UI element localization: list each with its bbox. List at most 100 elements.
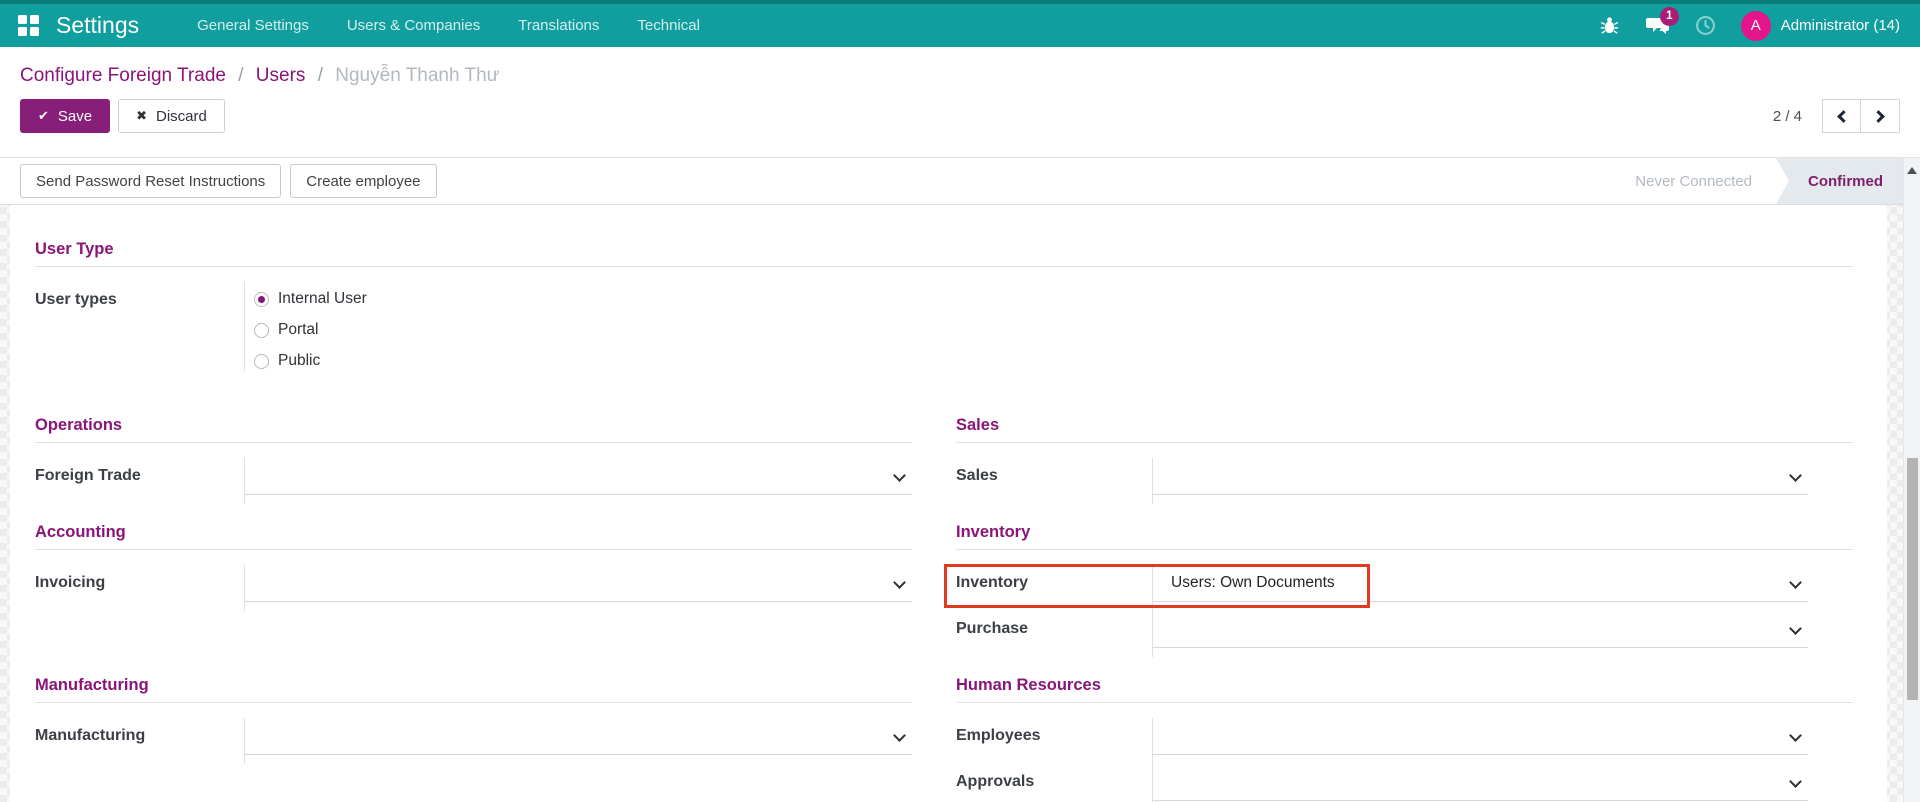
field-row-manufacturing: Manufacturing: [35, 718, 912, 764]
breadcrumb-separator: /: [231, 65, 250, 86]
top-navbar: Settings General Settings Users & Compan…: [0, 0, 1920, 47]
chevron-down-icon: [1789, 622, 1802, 635]
breadcrumb: Configure Foreign Trade / Users / Nguyễn…: [20, 62, 1900, 90]
inventory-select[interactable]: Users: Own Documents: [1153, 565, 1808, 602]
save-button[interactable]: ✔ Save: [20, 99, 110, 133]
section-title-human-resources: Human Resources: [956, 675, 1853, 703]
breadcrumb-separator: /: [311, 65, 330, 86]
field-row-sales: Sales: [956, 458, 1853, 504]
menu-users-companies[interactable]: Users & Companies: [331, 9, 496, 42]
radio-button-icon[interactable]: [254, 354, 269, 369]
group-inventory: Inventory Inventory Users: Own Documents…: [956, 522, 1853, 657]
chevron-right-icon: [1872, 110, 1885, 123]
pager-value: 2 / 4: [1773, 108, 1802, 125]
save-label: Save: [58, 108, 92, 125]
radio-button-icon[interactable]: [254, 323, 269, 338]
radio-portal[interactable]: Portal: [254, 320, 1853, 340]
field-row-inventory: Inventory Users: Own Documents: [956, 565, 1853, 611]
send-password-reset-button[interactable]: Send Password Reset Instructions: [20, 164, 281, 198]
group-human-resources: Human Resources Employees Approvals: [956, 675, 1853, 802]
messages-icon[interactable]: 1: [1645, 14, 1671, 38]
group-user-type: User Type User types Internal User Porta…: [35, 239, 1853, 371]
user-menu[interactable]: Administrator (14): [1781, 17, 1906, 34]
discard-button[interactable]: ✖ Discard: [118, 99, 225, 133]
form-sheet: User Type User types Internal User Porta…: [10, 205, 1887, 802]
status-stages: Never Connected Confirmed: [1611, 158, 1903, 204]
apps-menu-icon[interactable]: [18, 15, 40, 37]
discard-label: Discard: [156, 108, 207, 125]
field-label-manufacturing: Manufacturing: [35, 718, 245, 764]
user-avatar[interactable]: A: [1741, 11, 1771, 41]
radio-internal-user[interactable]: Internal User: [254, 289, 1853, 309]
purchase-select[interactable]: [1153, 611, 1808, 648]
breadcrumb-current-record: Nguyễn Thanh Thư: [335, 65, 499, 86]
group-accounting: Accounting Invoicing: [35, 522, 912, 657]
user-types-radio-group: Internal User Portal Public: [245, 282, 1853, 371]
breadcrumb-link-configure-foreign-trade[interactable]: Configure Foreign Trade: [20, 65, 226, 86]
activity-clock-icon[interactable]: [1693, 14, 1719, 38]
field-row-employees: Employees: [956, 718, 1853, 764]
pager-previous-button[interactable]: [1822, 99, 1861, 133]
employees-select[interactable]: [1153, 718, 1808, 755]
control-panel: Configure Foreign Trade / Users / Nguyễn…: [0, 47, 1920, 158]
field-row-approvals: Approvals: [956, 764, 1853, 802]
manufacturing-select[interactable]: [245, 718, 912, 755]
actions-row: ✔ Save ✖ Discard 2 / 4: [20, 99, 1900, 133]
stage-confirmed[interactable]: Confirmed: [1776, 158, 1903, 204]
top-menu: General Settings Users & Companies Trans…: [181, 9, 716, 42]
field-label-foreign-trade: Foreign Trade: [35, 458, 245, 504]
stage-never-connected[interactable]: Never Connected: [1611, 158, 1776, 204]
topbar-right: 1 A Administrator (14): [1597, 11, 1906, 41]
settings-groups-grid: Operations Foreign Trade Sales Sales: [35, 415, 1853, 802]
menu-technical[interactable]: Technical: [621, 9, 716, 42]
chevron-down-icon: [1789, 469, 1802, 482]
invoicing-select[interactable]: [245, 565, 912, 602]
approvals-select[interactable]: [1153, 764, 1808, 801]
section-title-operations: Operations: [35, 415, 912, 443]
field-label-employees: Employees: [956, 718, 1153, 764]
pager-next-button[interactable]: [1861, 99, 1900, 133]
chevron-down-icon: [893, 469, 906, 482]
field-label-user-types: User types: [35, 282, 245, 371]
section-title-user-type: User Type: [35, 239, 1853, 267]
messages-badge: 1: [1660, 7, 1679, 26]
debug-bug-icon[interactable]: [1597, 14, 1623, 38]
field-label-purchase: Purchase: [956, 611, 1153, 657]
menu-general-settings[interactable]: General Settings: [181, 9, 325, 42]
field-row-foreign-trade: Foreign Trade: [35, 458, 912, 504]
scrollbar-thumb[interactable]: [1907, 458, 1918, 700]
foreign-trade-select[interactable]: [245, 458, 912, 495]
create-employee-button[interactable]: Create employee: [290, 164, 436, 198]
chevron-down-icon: [893, 576, 906, 589]
chevron-down-icon: [1789, 775, 1802, 788]
field-row-invoicing: Invoicing: [35, 565, 912, 611]
chevron-down-icon: [1789, 729, 1802, 742]
record-pager: 2 / 4: [1773, 99, 1900, 133]
check-icon: ✔: [38, 108, 49, 124]
scroll-up-arrow-icon[interactable]: [1907, 167, 1917, 174]
group-manufacturing: Manufacturing Manufacturing: [35, 675, 912, 802]
group-operations: Operations Foreign Trade: [35, 415, 912, 504]
cross-icon: ✖: [136, 108, 147, 124]
form-view: Send Password Reset Instructions Create …: [0, 158, 1903, 802]
field-label-approvals: Approvals: [956, 764, 1153, 802]
vertical-scrollbar[interactable]: [1903, 158, 1920, 802]
app-brand[interactable]: Settings: [56, 12, 139, 39]
group-sales: Sales Sales: [956, 415, 1853, 504]
field-label-invoicing: Invoicing: [35, 565, 245, 611]
chevron-left-icon: [1837, 110, 1850, 123]
radio-button-icon[interactable]: [254, 292, 269, 307]
chevron-down-icon: [1789, 576, 1802, 589]
sales-select[interactable]: [1153, 458, 1808, 495]
radio-public[interactable]: Public: [254, 351, 1853, 371]
section-title-inventory: Inventory: [956, 522, 1853, 550]
breadcrumb-link-users[interactable]: Users: [256, 65, 306, 86]
section-title-accounting: Accounting: [35, 522, 912, 550]
section-title-sales: Sales: [956, 415, 1853, 443]
field-row-purchase: Purchase: [956, 611, 1853, 657]
field-label-inventory: Inventory: [956, 565, 1153, 611]
menu-translations[interactable]: Translations: [502, 9, 615, 42]
section-title-manufacturing: Manufacturing: [35, 675, 912, 703]
field-label-sales: Sales: [956, 458, 1153, 504]
chevron-down-icon: [893, 729, 906, 742]
